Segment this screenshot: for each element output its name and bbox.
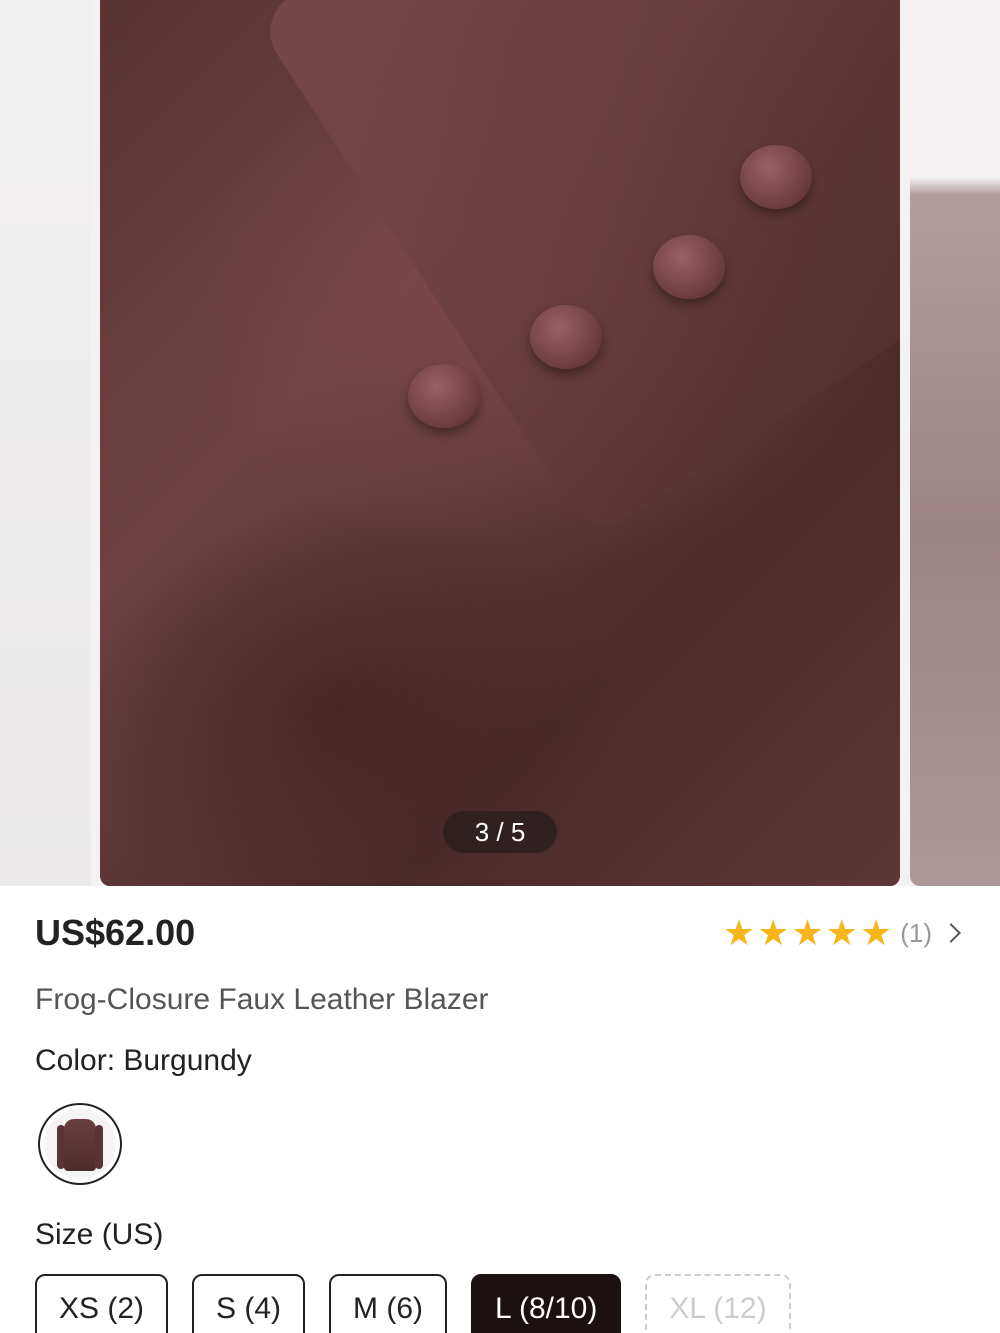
star-icon: ★ xyxy=(791,912,824,953)
star-icon: ★ xyxy=(722,912,756,953)
color-swatch-burgundy[interactable] xyxy=(38,1103,122,1185)
chevron-right-icon xyxy=(941,923,961,943)
rating-summary[interactable]: ★ ★ ★ ★ ★ (1) xyxy=(723,915,961,951)
star-icon: ★ xyxy=(825,912,858,953)
star-icon: ★ xyxy=(757,912,790,953)
leather-button xyxy=(740,145,812,209)
image-carousel[interactable]: 3 / 5 xyxy=(0,0,1000,886)
size-option-m[interactable]: M (6) xyxy=(329,1274,448,1333)
star-rating: ★ ★ ★ ★ ★ xyxy=(723,915,892,951)
size-label: Size (US) xyxy=(35,1218,164,1251)
product-image[interactable] xyxy=(100,0,900,886)
size-option-xl[interactable]: XL (12) xyxy=(645,1274,791,1333)
review-count: (1) xyxy=(900,917,932,948)
leather-button xyxy=(653,235,725,299)
image-counter: 3 / 5 xyxy=(443,811,557,853)
color-label: Color: Burgundy xyxy=(35,1044,252,1077)
sleeve-shape xyxy=(255,0,900,540)
product-price: US$62.00 xyxy=(35,912,196,953)
leather-button xyxy=(408,364,480,428)
previous-image[interactable] xyxy=(0,0,91,886)
thumbnail-jacket xyxy=(64,1119,96,1171)
size-option-s[interactable]: S (4) xyxy=(192,1274,306,1333)
size-options: XS (2) S (4) M (6) L (8/10) XL (12) xyxy=(35,1274,791,1333)
star-icon: ★ xyxy=(859,912,893,953)
leather-button xyxy=(530,305,602,369)
product-title: Frog-Closure Faux Leather Blazer xyxy=(35,983,489,1016)
swatch-thumbnail xyxy=(44,1109,116,1179)
size-option-l[interactable]: L (8/10) xyxy=(471,1274,622,1333)
next-image[interactable] xyxy=(910,0,1000,886)
size-option-xs[interactable]: XS (2) xyxy=(35,1274,169,1333)
thumbnail-arm xyxy=(95,1125,103,1169)
